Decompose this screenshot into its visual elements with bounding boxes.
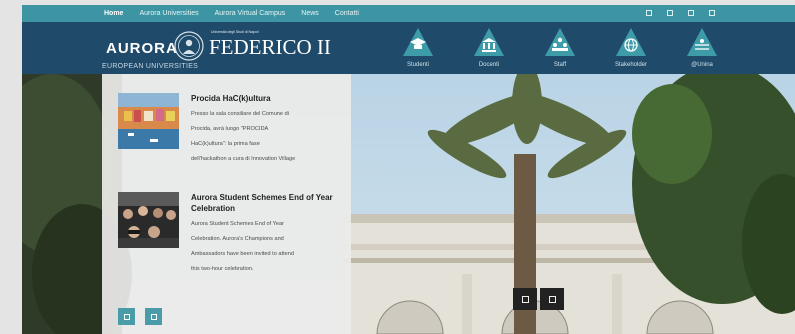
university-small-label: Università degli Studi di Napoli [211,30,259,34]
nav-item-news[interactable]: News [301,10,319,17]
news-next-button[interactable] [145,308,162,325]
nav-icon-group [631,10,715,16]
role-studenti[interactable]: Studenti [388,26,448,72]
news-thumbnail[interactable] [118,192,179,248]
role-label: Docenti [478,62,500,68]
nav-item-home[interactable]: Home [104,10,123,17]
news-prev-button[interactable] [118,308,135,325]
news-excerpt-line: Presso la sala consiliare del Comune di [191,111,289,117]
square-icon[interactable] [709,10,715,16]
news-panel: Procida HaC(k)ultura Presso la sala cons… [102,74,351,334]
role-label: Studenti [406,62,430,68]
square-icon [150,313,157,320]
news-excerpt-line: this two-hour celebration. [191,266,254,272]
top-navigation-bar: Home Aurora Universities Aurora Virtual … [22,5,795,22]
news-excerpt-line: Celebration. Aurora's Champions and [191,236,284,242]
nav-item-aurora-virtual-campus[interactable]: Aurora Virtual Campus [215,10,286,17]
globe-icon [616,28,646,56]
role-unina[interactable]: @Unina [672,26,732,72]
nav-item-aurora-universities[interactable]: Aurora Universities [139,10,198,17]
news-excerpt-line: dell'hackathon a cura di Innovation Vill… [191,156,296,162]
slider-next-button[interactable] [540,288,564,310]
news-title[interactable]: Aurora Student Schemes End of Year Celeb… [191,192,341,214]
network-icon [687,28,717,56]
nav-links: Home Aurora Universities Aurora Virtual … [104,5,375,22]
role-staff[interactable]: Staff [530,26,590,72]
site-header: AURORA Università degli Studi di Napoli … [22,22,795,74]
square-icon[interactable] [688,10,694,16]
news-thumbnail[interactable] [118,93,179,149]
news-excerpt-line: HaC(k)ultura": la prima fase [191,141,260,147]
square-icon [123,313,130,320]
people-icon [545,28,575,56]
hero-area: Procida HaC(k)ultura Presso la sala cons… [22,74,795,334]
page: Home Aurora Universities Aurora Virtual … [22,5,795,334]
building-icon [474,28,504,56]
role-label: Stakeholder [614,62,648,68]
news-excerpt-line: Ambassadors have been invited to attend [191,251,294,257]
news-title[interactable]: Procida HaC(k)ultura [191,93,341,104]
role-docenti[interactable]: Docenti [459,26,519,72]
square-icon[interactable] [667,10,673,16]
role-links: Studenti Docenti Staff Stakeholder @Unin… [388,26,728,72]
graduation-cap-icon [403,28,433,56]
tagline: EUROPEAN UNIVERSITIES [102,63,199,70]
university-name[interactable]: FEDERICO II [209,35,331,60]
university-seal-icon [174,31,204,61]
news-excerpt-line: Procida, avrà luogo "PROCIDA [191,126,269,132]
square-icon[interactable] [646,10,652,16]
square-icon [521,295,529,303]
nav-item-contatti[interactable]: Contatti [335,10,359,17]
role-label: Staff [553,62,567,68]
square-icon [548,295,556,303]
aurora-logo-text[interactable]: AURORA [106,40,178,57]
news-excerpt-line: Aurora Student Schemes End of Year [191,221,284,227]
role-stakeholder[interactable]: Stakeholder [601,26,661,72]
slider-prev-button[interactable] [513,288,537,310]
role-label: @Unina [691,62,713,68]
